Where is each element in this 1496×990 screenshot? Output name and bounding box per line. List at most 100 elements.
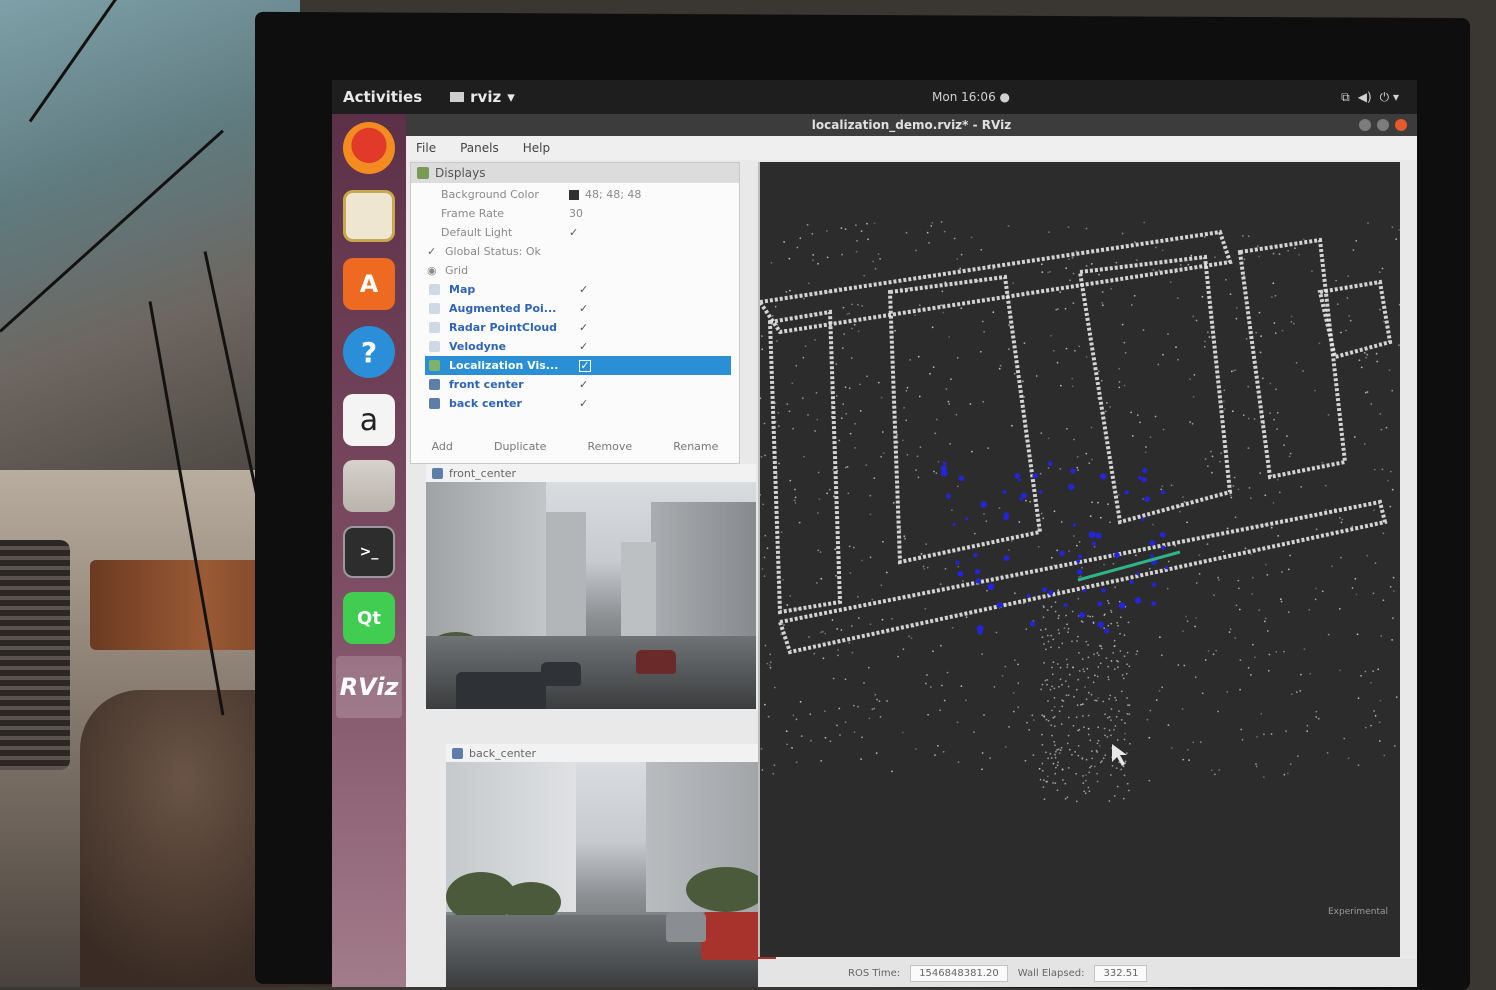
map-point [1321, 590, 1324, 593]
tree-row-map[interactable]: Map ✓ [411, 280, 739, 299]
minimize-icon[interactable] [1359, 119, 1371, 131]
map-point [1269, 412, 1271, 414]
checkbox[interactable]: ✓ [579, 302, 588, 315]
map-point [1366, 554, 1369, 557]
close-icon[interactable] [1395, 119, 1407, 131]
tree-row-background-color[interactable]: Background Color 48; 48; 48 [411, 185, 739, 204]
remove-button[interactable]: Remove [588, 440, 633, 453]
render-view-3d[interactable]: Experimental [758, 162, 1400, 957]
map-point [1082, 782, 1085, 785]
duplicate-button[interactable]: Duplicate [494, 440, 546, 453]
map-point [1061, 699, 1064, 702]
map-point [844, 721, 847, 724]
map-point [1169, 281, 1172, 283]
map-point [1115, 699, 1118, 701]
checkbox[interactable]: ✓ [579, 283, 588, 296]
localization-point [1149, 540, 1156, 546]
map-point [1088, 333, 1090, 336]
map-point [1047, 757, 1049, 760]
map-point [1346, 297, 1349, 299]
terminal-icon[interactable]: >_ [343, 526, 395, 578]
shopping-bag-icon[interactable]: A [343, 258, 395, 310]
map-point [1077, 469, 1079, 471]
help-icon[interactable]: ? [343, 326, 395, 378]
menu-help[interactable]: Help [523, 141, 550, 155]
localization-point [1134, 597, 1142, 604]
map-point [1099, 761, 1102, 764]
localization-point [1003, 555, 1010, 561]
map-point [1050, 556, 1053, 559]
localization-point [1078, 612, 1085, 619]
map-point [1229, 628, 1232, 630]
map-point [940, 644, 942, 647]
map-point [1014, 659, 1016, 662]
checkbox[interactable]: ✓ [579, 321, 588, 334]
map-point [1161, 485, 1164, 488]
checkbox[interactable]: ✓ [579, 378, 588, 391]
add-button[interactable]: Add [432, 440, 453, 453]
tree-row-front-center[interactable]: front center ✓ [411, 375, 739, 394]
files-icon[interactable] [343, 460, 395, 512]
speaker-icon[interactable] [343, 190, 395, 242]
clock[interactable]: Mon 16:06 ● [932, 90, 1010, 104]
rviz-icon[interactable]: RViz [336, 656, 402, 718]
map-point [764, 644, 767, 647]
map-point [1366, 391, 1369, 393]
maximize-icon[interactable] [1377, 119, 1389, 131]
rename-button[interactable]: Rename [673, 440, 718, 453]
menu-file[interactable]: File [416, 141, 436, 155]
map-point [1096, 652, 1099, 654]
checkbox[interactable]: ✓ [579, 359, 591, 372]
map-point [1215, 649, 1218, 652]
map-point [1069, 279, 1071, 282]
tree-row-augmented-points[interactable]: Augmented Poi... ✓ [411, 299, 739, 318]
map-point [1273, 322, 1276, 324]
amazon-icon[interactable]: a [343, 394, 395, 446]
map-point [1039, 472, 1042, 475]
map-point [1160, 654, 1163, 657]
map-point [776, 474, 778, 476]
checkbox[interactable]: ✓ [579, 397, 588, 410]
map-point [1376, 360, 1379, 363]
tree-row-velodyne[interactable]: Velodyne ✓ [411, 337, 739, 356]
tree-row-global-status[interactable]: ✓ Global Status: Ok [411, 242, 739, 261]
map-point [989, 757, 991, 760]
map-point [1391, 226, 1394, 228]
tree-row-grid[interactable]: ◉ Grid [411, 261, 739, 280]
parked-car [636, 650, 676, 674]
map-point [1077, 745, 1080, 747]
map-point [1108, 716, 1111, 718]
tree-row-back-center[interactable]: back center ✓ [411, 394, 739, 413]
map-point [1098, 644, 1101, 647]
localization-point [1151, 601, 1157, 606]
map-point [1093, 546, 1096, 548]
tree-row-default-light[interactable]: Default Light ✓ [411, 223, 739, 242]
activities-button[interactable]: Activities [343, 88, 422, 106]
app-menu-label: rviz [470, 88, 502, 106]
point-cloud-map[interactable] [760, 162, 1400, 957]
map-point [1068, 258, 1070, 261]
qt-icon[interactable]: Qt [343, 592, 395, 644]
map-point [1104, 410, 1107, 413]
map-point [903, 406, 905, 409]
map-point [1083, 790, 1086, 793]
map-point [774, 305, 777, 308]
map-point [760, 493, 761, 496]
menu-panels[interactable]: Panels [460, 141, 499, 155]
map-point [1043, 715, 1046, 718]
map-point [940, 221, 943, 223]
map-point [1026, 721, 1028, 724]
checkbox[interactable]: ✓ [579, 340, 588, 353]
tree-row-frame-rate[interactable]: Frame Rate 30 [411, 204, 739, 223]
firefox-icon[interactable] [343, 122, 395, 174]
map-point [1088, 691, 1090, 694]
tree-row-localization-vis[interactable]: Localization Vis... ✓ [425, 356, 731, 375]
window-titlebar[interactable]: localization_demo.rviz* - RViz [406, 114, 1417, 136]
app-menu[interactable]: rviz ▾ [450, 88, 515, 106]
map-point [1232, 410, 1234, 413]
system-menu[interactable]: ⧉ ◀) ⏻ ▾ [1341, 90, 1399, 105]
checkbox[interactable]: ✓ [569, 226, 578, 239]
map-point [910, 637, 913, 639]
map-point [1182, 758, 1185, 761]
tree-row-radar-pointcloud[interactable]: Radar PointCloud ✓ [411, 318, 739, 337]
